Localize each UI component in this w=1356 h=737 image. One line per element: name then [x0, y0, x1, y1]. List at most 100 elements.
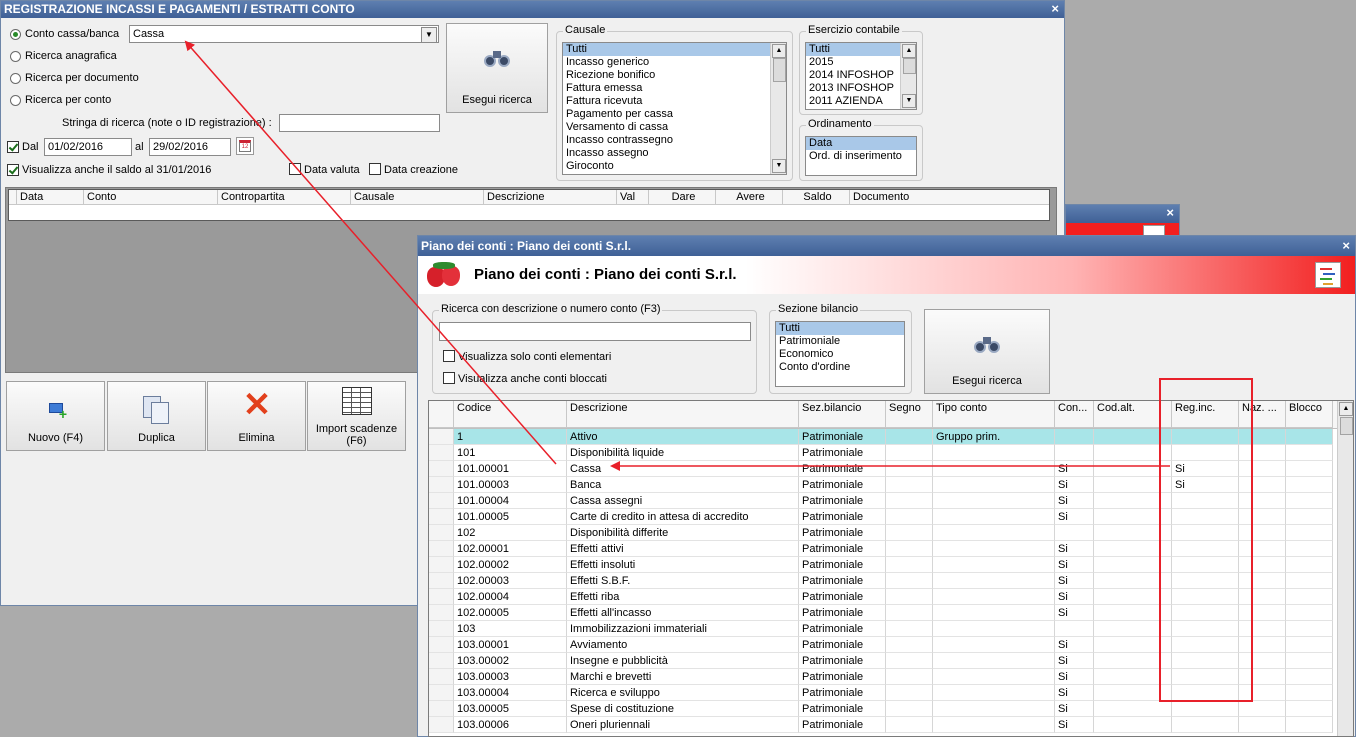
results-header-dare[interactable]: Dare [649, 190, 716, 205]
ordinamento-list[interactable]: Data Ord. di inserimento [805, 136, 917, 176]
row-selector[interactable] [429, 621, 454, 637]
radio-ricerca-conto[interactable] [10, 95, 21, 106]
piano-header-descrizione[interactable]: Descrizione [567, 401, 799, 428]
dal-checkbox[interactable] [7, 141, 19, 153]
table-row[interactable]: 102.00004 Effetti riba Patrimoniale Si [429, 589, 1338, 605]
duplica-button[interactable]: Duplica [107, 381, 206, 451]
sezione-item[interactable]: Conto d'ordine [776, 361, 904, 374]
table-row[interactable]: 102 Disponibilità differite Patrimoniale [429, 525, 1338, 541]
results-grid[interactable]: Data Conto Contropartita Causale Descriz… [8, 189, 1050, 221]
results-header-conto[interactable]: Conto [84, 190, 218, 205]
calendar-icon[interactable]: 12 [236, 137, 254, 155]
results-header-documento[interactable]: Documento [850, 190, 1049, 205]
table-row[interactable]: 101.00003 Banca Patrimoniale Si Si [429, 477, 1338, 493]
row-selector[interactable] [429, 509, 454, 525]
radio-ricerca-documento[interactable] [10, 73, 21, 84]
causale-item[interactable]: Incasso generico [563, 56, 786, 69]
row-selector[interactable] [429, 445, 454, 461]
esercizio-scrollbar[interactable]: ▲ ▼ [900, 43, 916, 109]
background-close-button[interactable]: × [1166, 205, 1174, 221]
row-selector[interactable] [429, 493, 454, 509]
conti-bloccati-checkbox[interactable] [443, 372, 455, 384]
row-selector[interactable] [429, 653, 454, 669]
list-view-icon[interactable] [1315, 262, 1341, 288]
piano-header-blocco[interactable]: Blocco [1286, 401, 1333, 428]
account-select[interactable]: Cassa ▼ [129, 25, 439, 43]
ordinamento-item[interactable]: Ord. di inserimento [806, 150, 916, 163]
piano-header-segno[interactable]: Segno [886, 401, 933, 428]
row-selector[interactable] [429, 717, 454, 733]
table-row[interactable]: 103 Immobilizzazioni immateriali Patrimoni… [429, 621, 1338, 637]
esercizio-list[interactable]: Tutti 2015 2014 INFOSHOP 2013 INFOSHOP 2… [805, 42, 917, 110]
table-row[interactable]: 101 Disponibilità liquide Patrimoniale [429, 445, 1338, 461]
row-selector[interactable] [429, 477, 454, 493]
causale-item[interactable]: Tutti [563, 43, 786, 56]
table-row[interactable]: 102.00002 Effetti insoluti Patrimoniale Si [429, 557, 1338, 573]
sezione-list[interactable]: Tutti Patrimoniale Economico Conto d'ord… [775, 321, 905, 387]
table-row[interactable]: 101.00004 Cassa assegni Patrimoniale Si [429, 493, 1338, 509]
ordinamento-item[interactable]: Data [806, 137, 916, 150]
table-row[interactable]: 103.00002 Insegne e pubblicità Patrimonial… [429, 653, 1338, 669]
data-creazione-checkbox[interactable] [369, 163, 381, 175]
row-selector[interactable] [429, 525, 454, 541]
causale-scrollbar[interactable]: ▲ ▼ [770, 43, 786, 174]
row-selector[interactable] [429, 429, 454, 445]
row-selector[interactable] [429, 573, 454, 589]
row-selector[interactable] [429, 701, 454, 717]
saldo-checkbox[interactable] [7, 164, 19, 176]
search-string-input[interactable] [279, 114, 440, 132]
import-scadenze-button[interactable]: Import scadenze (F6) [307, 381, 406, 451]
causale-item[interactable]: Fattura ricevuta [563, 95, 786, 108]
table-row[interactable]: 102.00001 Effetti attivi Patrimoniale Si [429, 541, 1338, 557]
sezione-item[interactable]: Tutti [776, 322, 904, 335]
row-selector[interactable] [429, 557, 454, 573]
results-header-avere[interactable]: Avere [716, 190, 783, 205]
row-selector[interactable] [429, 637, 454, 653]
piano-header-tipo-conto[interactable]: Tipo conto [933, 401, 1055, 428]
date-from-input[interactable]: 01/02/2016 [44, 138, 132, 156]
row-selector[interactable] [429, 589, 454, 605]
table-row[interactable]: 102.00003 Effetti S.B.F. Patrimoniale Si [429, 573, 1338, 589]
results-header-saldo[interactable]: Saldo [783, 190, 850, 205]
results-empty-row[interactable] [9, 205, 1049, 220]
piano-header-sez-bilancio[interactable]: Sez.bilancio [799, 401, 886, 428]
main-close-button[interactable]: × [1051, 1, 1059, 17]
esegui-ricerca-button[interactable]: Esegui ricerca [446, 23, 548, 113]
row-selector[interactable] [429, 685, 454, 701]
table-row[interactable]: 103.00003 Marchi e brevetti Patrimoniale Si [429, 669, 1338, 685]
data-valuta-checkbox[interactable] [289, 163, 301, 175]
date-to-input[interactable]: 29/02/2016 [149, 138, 231, 156]
causale-item[interactable]: Versamento di cassa [563, 121, 786, 134]
table-row[interactable]: 101.00001 Cassa Patrimoniale Si Si [429, 461, 1338, 477]
results-header-val[interactable]: Val [617, 190, 649, 205]
radio-conto-cassa-banca[interactable] [10, 29, 21, 40]
causale-item[interactable]: Giroconto [563, 160, 786, 173]
sezione-item[interactable]: Patrimoniale [776, 335, 904, 348]
sezione-item[interactable]: Economico [776, 348, 904, 361]
table-row[interactable]: 103.00006 Oneri pluriennali Patrimoniale Si [429, 717, 1338, 733]
chevron-down-icon[interactable]: ▼ [421, 27, 437, 42]
table-row[interactable]: 103.00001 Avviamento Patrimoniale Si [429, 637, 1338, 653]
causale-item[interactable]: Ricezione bonifico [563, 69, 786, 82]
causale-list[interactable]: Tutti Incasso generico Ricezione bonific… [562, 42, 787, 175]
results-header-contropartita[interactable]: Contropartita [218, 190, 351, 205]
nuovo-button[interactable]: + Nuovo (F4) [6, 381, 105, 451]
results-header-causale[interactable]: Causale [351, 190, 484, 205]
piano-scrollbar[interactable]: ▲ [1337, 401, 1353, 736]
piano-header-reg-inc[interactable]: Reg.inc. [1172, 401, 1239, 428]
piano-header-con[interactable]: Con... [1055, 401, 1094, 428]
table-row[interactable]: 103.00005 Spese di costituzione Patrimonia… [429, 701, 1338, 717]
table-row[interactable]: 102.00005 Effetti all'incasso Patrimoniale… [429, 605, 1338, 621]
causale-item[interactable]: Incasso assegno [563, 147, 786, 160]
piano-search-input[interactable] [439, 322, 751, 341]
causale-item[interactable]: Fattura emessa [563, 82, 786, 95]
piano-header-cod-alt[interactable]: Cod.alt. [1094, 401, 1172, 428]
row-selector[interactable] [429, 605, 454, 621]
row-selector[interactable] [429, 541, 454, 557]
piano-close-button[interactable]: × [1342, 236, 1350, 256]
elimina-button[interactable]: ✕ Elimina [207, 381, 306, 451]
piano-header-naz[interactable]: Naz. ... [1239, 401, 1286, 428]
table-row[interactable]: 101.00005 Carte di credito in attesa di a… [429, 509, 1338, 525]
results-header-data[interactable]: Data [17, 190, 84, 205]
table-row[interactable]: 103.00004 Ricerca e sviluppo Patrimoniale S… [429, 685, 1338, 701]
